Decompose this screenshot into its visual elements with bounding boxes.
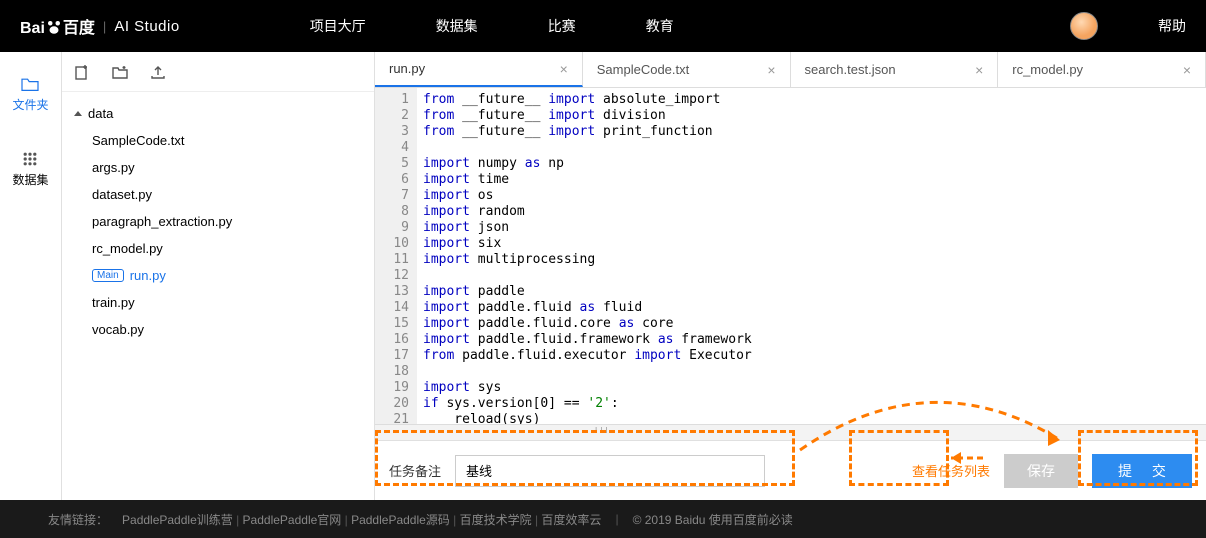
tab-rc_model-py[interactable]: rc_model.py× bbox=[998, 52, 1206, 87]
footer-link-0[interactable]: PaddlePaddle训练营 bbox=[122, 513, 233, 527]
file-tree: data SampleCode.txtargs.pydataset.pypara… bbox=[62, 92, 374, 351]
nav-links: 项目大厅 数据集 比赛 教育 bbox=[310, 16, 674, 36]
bottom-bar: 任务备注 查看任务列表 保存 提 交 bbox=[375, 440, 1206, 500]
folder-icon bbox=[20, 76, 40, 92]
grid-icon bbox=[20, 151, 40, 167]
nav-link-contests[interactable]: 比赛 bbox=[548, 16, 576, 36]
footer: 友情链接： PaddlePaddle训练营 | PaddlePaddle官网 |… bbox=[0, 500, 1206, 538]
close-icon[interactable]: × bbox=[975, 62, 983, 78]
close-icon[interactable]: × bbox=[1183, 62, 1191, 78]
footer-link-3[interactable]: 百度技术学院 bbox=[460, 513, 532, 527]
tree-folder-data[interactable]: data bbox=[74, 100, 362, 127]
file-panel: data SampleCode.txtargs.pydataset.pypara… bbox=[62, 52, 375, 500]
horizontal-scrollbar[interactable] bbox=[375, 424, 1206, 440]
tab-search-test-json[interactable]: search.test.json× bbox=[791, 52, 999, 87]
caret-icon bbox=[74, 111, 82, 116]
ai-studio-logo: AI Studio bbox=[114, 18, 179, 35]
footer-label: 友情链接： bbox=[48, 511, 108, 528]
help-link[interactable]: 帮助 bbox=[1158, 16, 1186, 36]
remark-input[interactable] bbox=[455, 455, 765, 487]
nav-link-projects[interactable]: 项目大厅 bbox=[310, 16, 366, 36]
new-folder-icon[interactable] bbox=[112, 64, 128, 80]
submit-button[interactable]: 提 交 bbox=[1092, 454, 1192, 488]
save-button[interactable]: 保存 bbox=[1004, 454, 1078, 488]
footer-link-1[interactable]: PaddlePaddle官网 bbox=[243, 513, 342, 527]
tab-SampleCode-txt[interactable]: SampleCode.txt× bbox=[583, 52, 791, 87]
editor-tabs: run.py×SampleCode.txt×search.test.json×r… bbox=[375, 52, 1206, 88]
code-editor[interactable]: ◀ 12345678910111213141516171819202122232… bbox=[375, 88, 1206, 424]
main-tag: Main bbox=[92, 269, 124, 282]
rail-datasets[interactable]: 数据集 bbox=[12, 151, 48, 188]
file-paragraph_extraction-py[interactable]: paragraph_extraction.py bbox=[74, 208, 362, 235]
file-SampleCode-txt[interactable]: SampleCode.txt bbox=[74, 127, 362, 154]
baidu-logo: Bai百度 bbox=[20, 14, 95, 38]
left-rail: 文件夹 数据集 bbox=[0, 52, 62, 500]
remark-label: 任务备注 bbox=[389, 461, 441, 480]
file-toolbar bbox=[62, 52, 374, 92]
footer-link-4[interactable]: 百度效率云 bbox=[541, 513, 601, 527]
view-tasks-link[interactable]: 查看任务列表 bbox=[912, 461, 990, 480]
nav-link-education[interactable]: 教育 bbox=[646, 16, 674, 36]
file-train-py[interactable]: train.py bbox=[74, 289, 362, 316]
file-rc_model-py[interactable]: rc_model.py bbox=[74, 235, 362, 262]
top-nav: Bai百度 | AI Studio 项目大厅 数据集 比赛 教育 帮助 bbox=[0, 0, 1206, 52]
file-dataset-py[interactable]: dataset.py bbox=[74, 181, 362, 208]
logo-area[interactable]: Bai百度 | AI Studio bbox=[20, 14, 180, 38]
new-file-icon[interactable] bbox=[74, 64, 90, 80]
footer-link-2[interactable]: PaddlePaddle源码 bbox=[351, 513, 450, 527]
tab-run-py[interactable]: run.py× bbox=[375, 52, 583, 87]
nav-link-datasets[interactable]: 数据集 bbox=[436, 16, 478, 36]
avatar[interactable] bbox=[1070, 12, 1098, 40]
copyright: © 2019 Baidu 使用百度前必读 bbox=[633, 511, 793, 528]
file-vocab-py[interactable]: vocab.py bbox=[74, 316, 362, 343]
upload-icon[interactable] bbox=[150, 64, 166, 80]
close-icon[interactable]: × bbox=[560, 61, 568, 77]
rail-folders[interactable]: 文件夹 bbox=[12, 76, 48, 113]
file-run-py[interactable]: Mainrun.py bbox=[74, 262, 362, 289]
editor-area: run.py×SampleCode.txt×search.test.json×r… bbox=[375, 52, 1206, 500]
close-icon[interactable]: × bbox=[767, 62, 775, 78]
code-lines[interactable]: from __future__ import absolute_importfr… bbox=[417, 88, 1206, 424]
file-args-py[interactable]: args.py bbox=[74, 154, 362, 181]
line-gutter: 123456789101112131415161718192021222324 bbox=[375, 88, 417, 424]
